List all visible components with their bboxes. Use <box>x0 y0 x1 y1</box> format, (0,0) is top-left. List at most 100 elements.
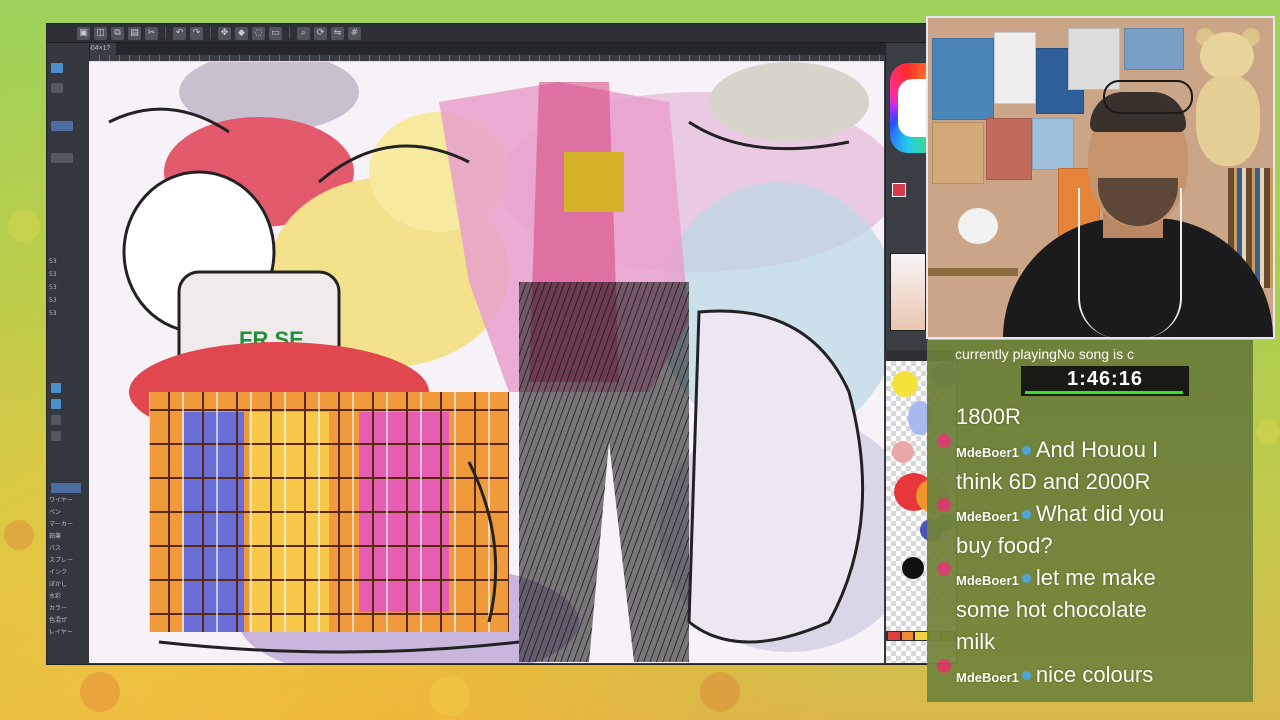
brush-size-value[interactable]: 53 <box>49 258 57 265</box>
grid-icon[interactable]: # <box>348 26 361 40</box>
desk-object <box>958 208 998 244</box>
tool-icon[interactable] <box>51 83 63 93</box>
strip-swatch[interactable] <box>888 632 900 640</box>
tool-property-panel: 53 53 53 53 53 ワイヤー ペン マーカー 鉛筆 パス スプレー イ… <box>47 43 90 664</box>
lasso-icon[interactable]: ◌ <box>252 26 265 40</box>
toolbar-divider <box>210 27 211 39</box>
strip-swatch[interactable] <box>915 632 927 640</box>
chat-message-continuation: some hot chocolate <box>956 594 1147 626</box>
chat-username[interactable]: MdeBoer1 <box>956 509 1019 524</box>
color-swatch[interactable] <box>892 441 914 463</box>
chat-username[interactable]: MdeBoer1 <box>956 573 1019 588</box>
sub-tool-item[interactable]: ペン <box>49 507 61 516</box>
wall-poster <box>1124 28 1184 70</box>
background-pattern-dot <box>4 520 34 550</box>
wall-poster <box>932 122 984 184</box>
tool-icon[interactable] <box>51 153 73 163</box>
color-swatch[interactable] <box>902 557 924 579</box>
drawing-canvas[interactable]: FR SE <box>89 61 884 663</box>
chat-message-continuation: buy food? <box>956 530 1053 562</box>
tool-icon[interactable] <box>51 415 61 425</box>
sub-tool-item[interactable]: 色混ぜ <box>49 615 67 624</box>
chat-text: some hot chocolate <box>956 597 1147 622</box>
tool-icon[interactable] <box>51 63 63 73</box>
zoom-icon[interactable]: ⌕ <box>297 26 310 40</box>
tool-icon[interactable] <box>51 383 61 393</box>
chat-message-continuation: 1800R <box>956 401 1021 433</box>
toolbar-divider <box>289 27 290 39</box>
timer-text: 1:46:16 <box>1067 368 1143 390</box>
flip-icon[interactable]: ⇋ <box>331 26 344 40</box>
background-pattern-dot <box>700 672 740 712</box>
toolbar-divider <box>165 27 166 39</box>
timer-progress-bar <box>1025 391 1183 394</box>
chat-text: milk <box>956 629 996 654</box>
sub-tool-item[interactable]: ワイヤー <box>49 495 73 504</box>
user-avatar <box>937 659 951 673</box>
chat-message-continuation: milk <box>956 626 995 658</box>
cut-icon[interactable]: ✂ <box>145 26 158 40</box>
brush-size-value[interactable]: 53 <box>49 297 57 304</box>
subscriber-badge-icon <box>1021 509 1031 519</box>
sub-tool-item[interactable]: 水彩 <box>49 591 61 600</box>
save-icon[interactable]: ◫ <box>94 26 107 40</box>
current-color-swatch[interactable] <box>892 183 906 197</box>
chat-message: MdeBoer1 nice colours <box>956 659 1153 694</box>
chat-username[interactable]: MdeBoer1 <box>956 445 1019 460</box>
chat-text: buy food? <box>956 533 1053 558</box>
strip-swatch[interactable] <box>901 632 914 640</box>
transform-icon[interactable]: ✥ <box>218 26 231 40</box>
redo-icon[interactable]: ↷ <box>190 26 203 40</box>
layer-header[interactable] <box>51 483 81 493</box>
chat-text: What did you <box>1035 501 1165 526</box>
subscriber-badge-icon <box>1021 573 1031 583</box>
background-pattern-dot <box>430 676 470 716</box>
brush-size-value[interactable]: 53 <box>49 271 57 278</box>
sub-tool-item[interactable]: カラー <box>49 603 67 612</box>
user-avatar <box>937 434 951 448</box>
stream-chat-panel: currently playingNo song is c 1:46:16 18… <box>927 340 1253 702</box>
shelf <box>928 268 1018 276</box>
fill-icon[interactable]: ◆ <box>235 26 248 40</box>
sub-tool-item[interactable]: 鉛筆 <box>49 531 61 540</box>
subscriber-badge-icon <box>1021 445 1031 455</box>
chat-message: MdeBoer1 What did you <box>956 498 1164 533</box>
navigator-thumbnail[interactable] <box>890 253 926 331</box>
now-playing-ticker: currently playingNo song is c <box>955 346 1134 362</box>
paste-icon[interactable]: ▤ <box>128 26 141 40</box>
copy-icon[interactable]: ⧉ <box>111 26 124 40</box>
user-avatar <box>937 498 951 512</box>
file-icon[interactable]: ▣ <box>77 26 90 40</box>
webcam-feed <box>926 16 1275 339</box>
wall-poster <box>1032 118 1074 170</box>
command-toolbar: ▣ ◫ ⧉ ▤ ✂ ↶ ↷ ✥ ◆ ◌ ▭ ⌕ ⟳ ⇋ # <box>47 24 927 43</box>
document-tab-bar: 3604×1? <box>77 43 927 55</box>
rotate-icon[interactable]: ⟳ <box>314 26 327 40</box>
chat-text: let me make <box>1035 565 1156 590</box>
chat-username[interactable]: MdeBoer1 <box>956 670 1019 685</box>
background-pattern-dot <box>80 672 120 712</box>
sub-tool-item[interactable]: レイヤー <box>49 627 73 636</box>
color-picker-square[interactable] <box>898 79 926 137</box>
brush-size-value[interactable]: 53 <box>49 284 57 291</box>
sub-tool-item[interactable]: ぼかし <box>49 579 67 588</box>
wall-poster <box>932 38 994 120</box>
sub-tool-item[interactable]: スプレー <box>49 555 73 564</box>
tool-icon[interactable] <box>51 399 61 409</box>
chat-text: And Houou I <box>1035 437 1159 462</box>
undo-icon[interactable]: ↶ <box>173 26 186 40</box>
wall-poster <box>994 32 1036 104</box>
teddy-bear <box>1190 22 1268 172</box>
brush-size-value[interactable]: 53 <box>49 310 57 317</box>
color-swatch[interactable] <box>892 371 918 397</box>
chat-message: MdeBoer1 And Houou I <box>956 434 1158 469</box>
glasses-on-head <box>1103 80 1193 114</box>
tool-icon[interactable] <box>51 431 61 441</box>
sub-tool-item[interactable]: パス <box>49 543 61 552</box>
tool-selected[interactable] <box>51 121 73 131</box>
select-icon[interactable]: ▭ <box>269 26 282 40</box>
sub-tool-item[interactable]: インク <box>49 567 67 576</box>
stream-timer: 1:46:16 <box>1021 366 1189 396</box>
user-avatar <box>937 562 951 576</box>
sub-tool-item[interactable]: マーカー <box>49 519 73 528</box>
